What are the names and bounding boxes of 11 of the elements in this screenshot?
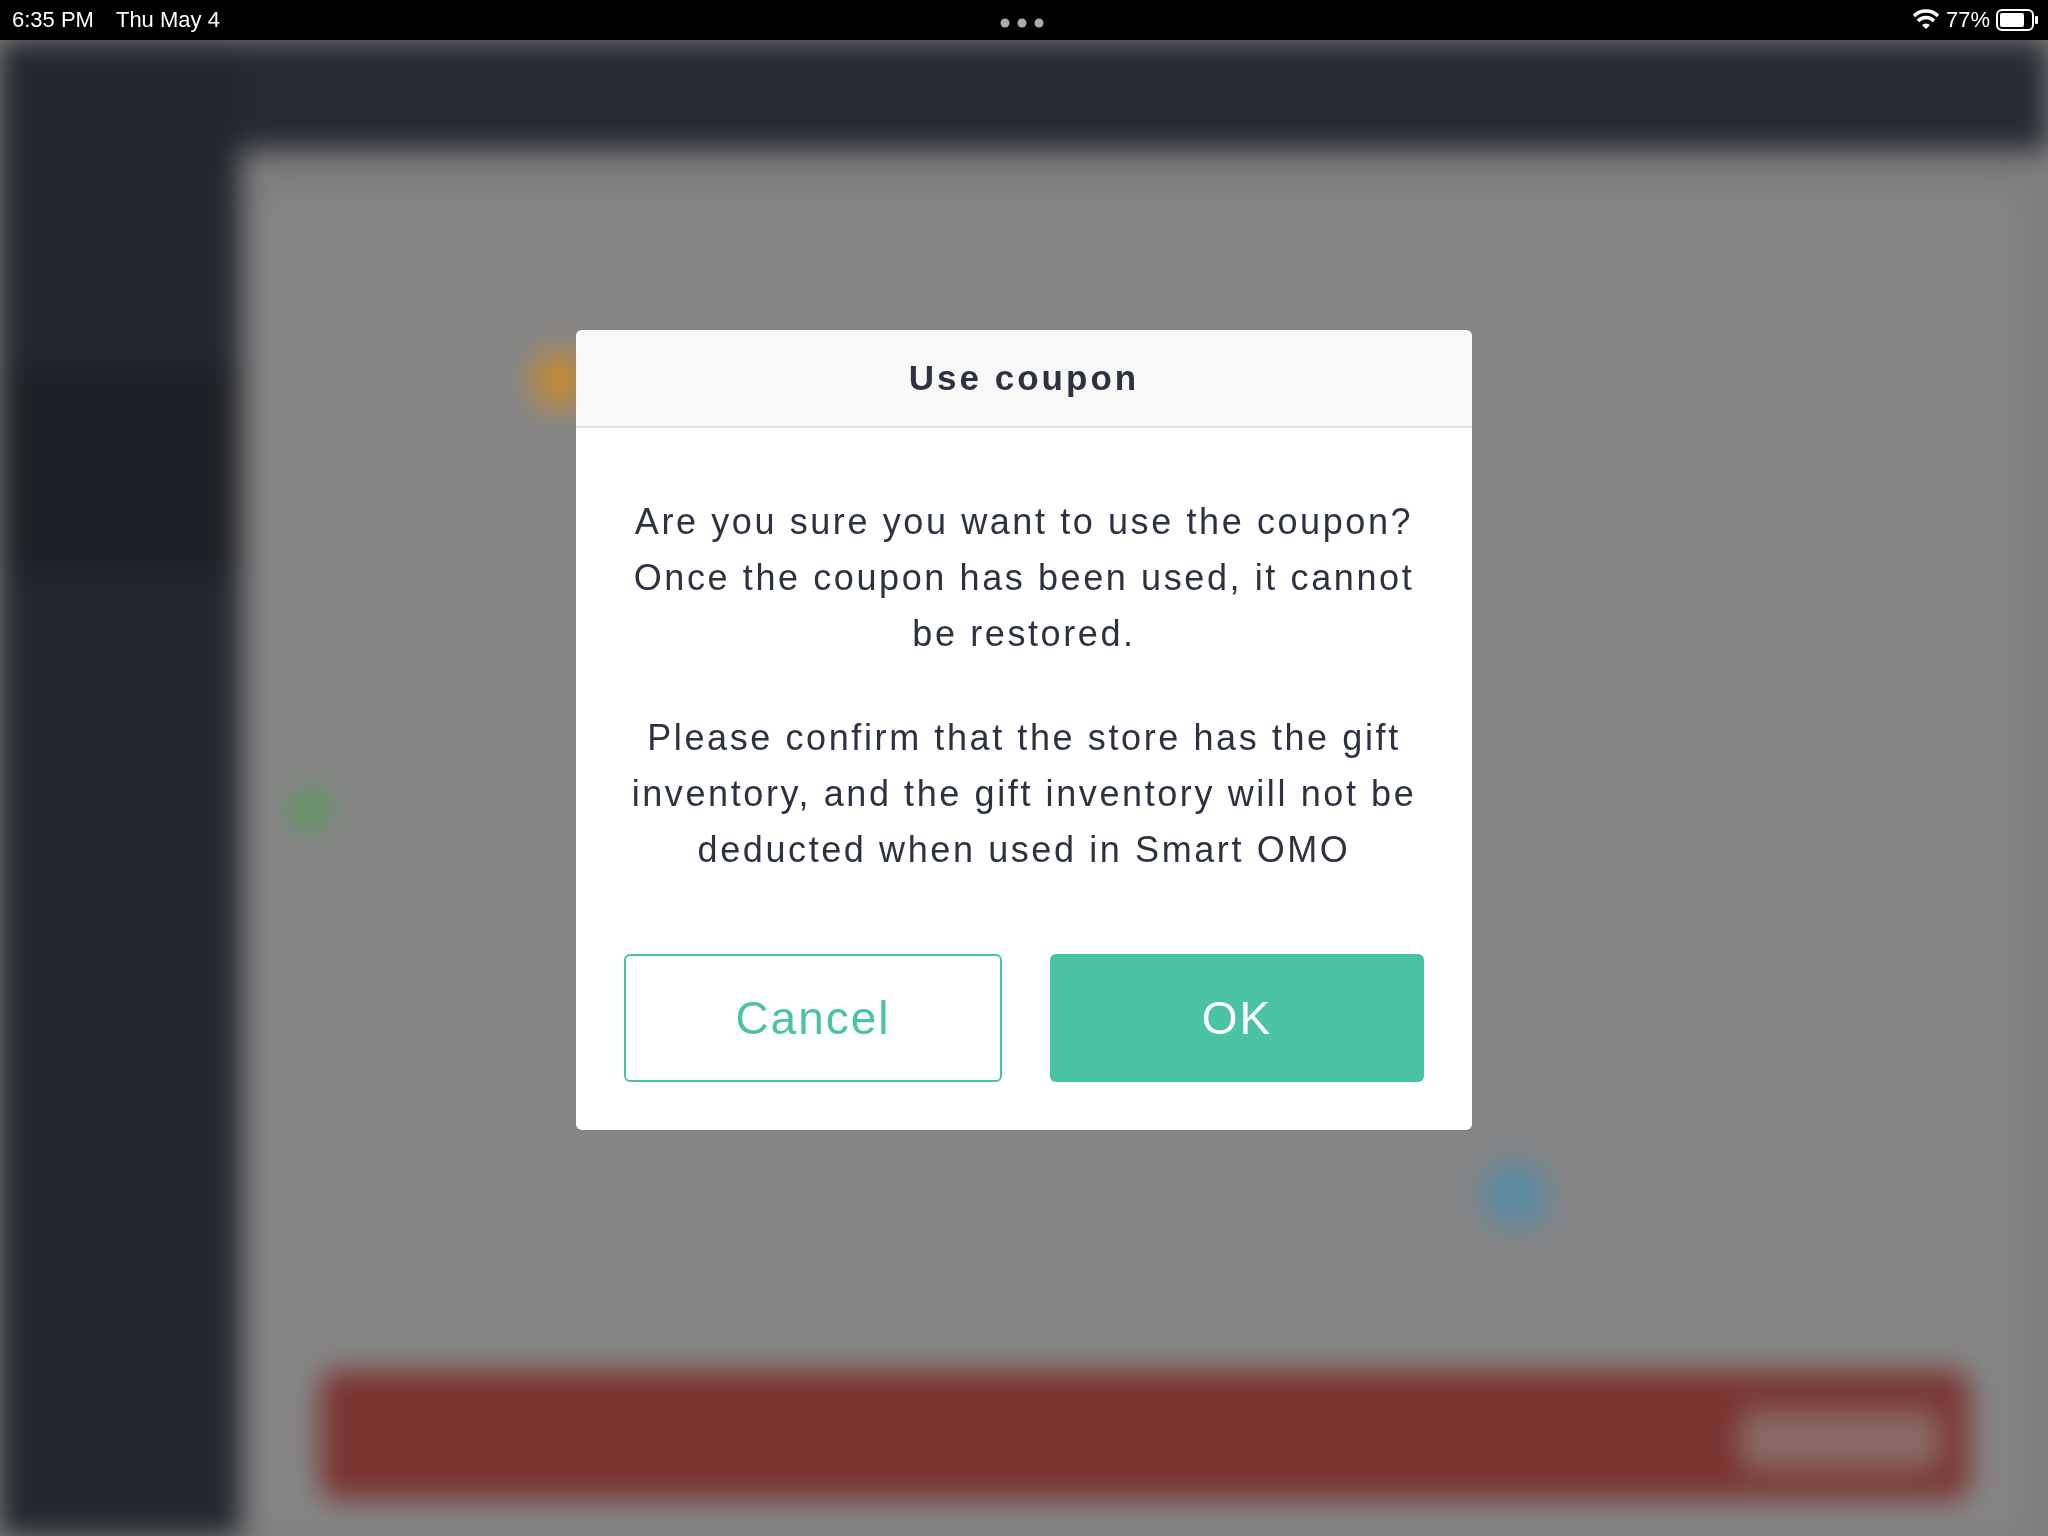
ok-button[interactable]: OK [1050,954,1424,1082]
cancel-button[interactable]: Cancel [624,954,1002,1082]
status-date: Thu May 4 [115,7,220,33]
more-icon [1000,18,1044,28]
dialog-message: Please confirm that the store has the gift inventory, and the gift inventory will not be deducted when used in Smart OMO [630,716,1418,872]
dialog-title: Use coupon [908,358,1140,398]
battery-icon [1996,9,2038,31]
status-time: 6:35 PM [12,7,94,33]
dialog-message: Are you sure you want to use the coupon? Once the coupon has been used, it cannot be restored. [632,500,1416,656]
wifi-icon [1911,9,1940,31]
battery-percent: 77% [1945,7,1990,33]
